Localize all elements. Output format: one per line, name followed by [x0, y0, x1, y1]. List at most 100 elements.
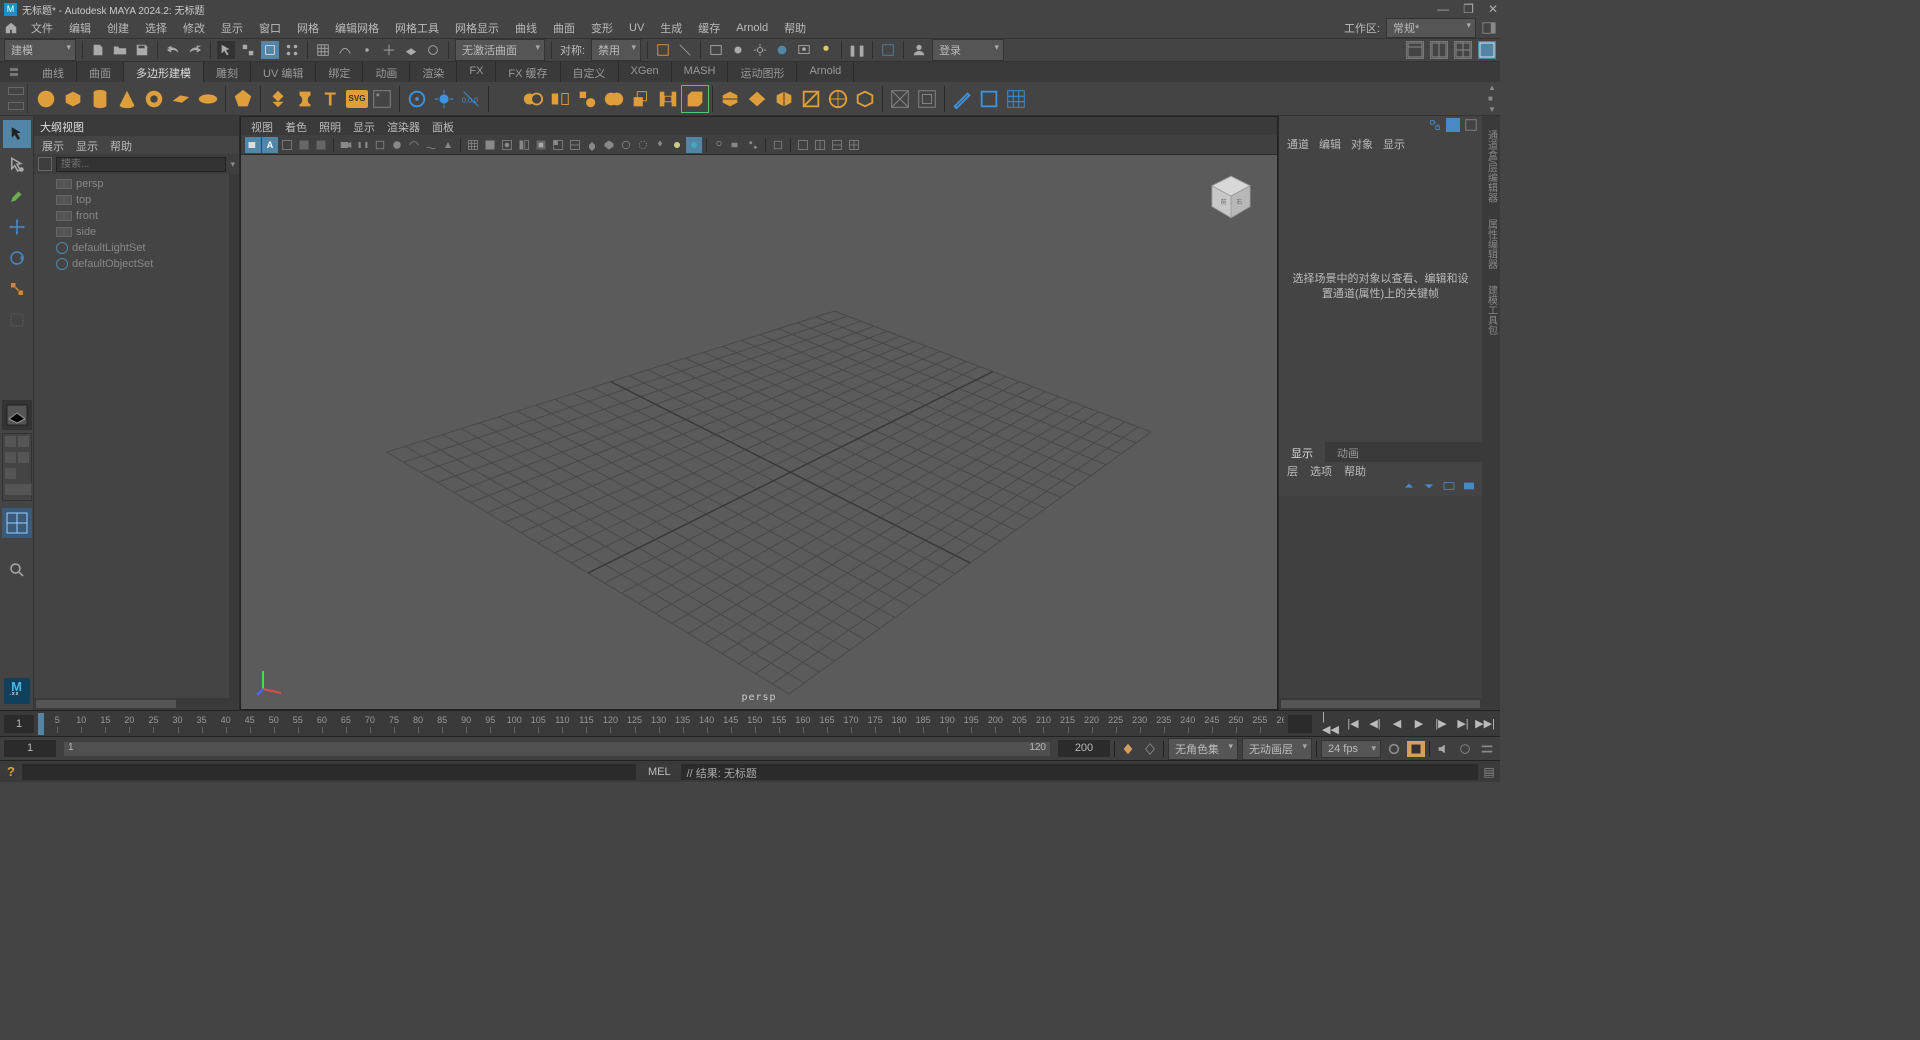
- step-back-key-icon[interactable]: |◀: [1344, 716, 1362, 732]
- bevel-icon[interactable]: [682, 86, 708, 112]
- move-tool[interactable]: [3, 213, 31, 241]
- bool-union-icon[interactable]: [601, 86, 627, 112]
- rotate-tool[interactable]: [3, 244, 31, 272]
- menu-item[interactable]: 缓存: [695, 19, 723, 37]
- vp-field-chart-icon[interactable]: [406, 137, 422, 153]
- vp-xray-comp-icon[interactable]: [652, 137, 668, 153]
- current-frame-field[interactable]: 1: [4, 715, 34, 733]
- vp-light-icon[interactable]: [711, 137, 727, 153]
- save-scene-icon[interactable]: [133, 41, 151, 59]
- right-vtab[interactable]: 属性编辑器: [1482, 211, 1501, 277]
- crease-icon[interactable]: [976, 86, 1002, 112]
- cb-tab-1-icon[interactable]: [1428, 118, 1442, 132]
- anim-start-field[interactable]: 1: [4, 740, 56, 757]
- snap-plane-icon[interactable]: [402, 41, 420, 59]
- select-hier-icon[interactable]: [239, 41, 257, 59]
- menu-item[interactable]: 网格: [294, 19, 322, 37]
- vp-panel-4-icon[interactable]: [846, 137, 862, 153]
- smooth-icon[interactable]: [574, 86, 600, 112]
- vp-joint-icon[interactable]: [745, 137, 761, 153]
- time-display-icon[interactable]: [1407, 741, 1425, 757]
- outliner-menu-item[interactable]: 显示: [76, 138, 98, 152]
- play-back-icon[interactable]: ◀: [1388, 716, 1406, 732]
- shelf-tab[interactable]: 动画: [363, 62, 410, 82]
- account-icon[interactable]: [910, 41, 928, 59]
- shelf-tab[interactable]: XGen: [619, 62, 672, 82]
- workspace-dropdown[interactable]: 常规*: [1386, 18, 1476, 38]
- step-back-icon[interactable]: ◀|: [1366, 716, 1384, 732]
- viewport-menu-item[interactable]: 照明: [319, 119, 341, 133]
- cmd-lang-label[interactable]: MEL: [638, 766, 681, 778]
- menu-item[interactable]: 变形: [588, 19, 616, 37]
- quad-draw-icon[interactable]: [825, 86, 851, 112]
- auto-key-icon[interactable]: [1141, 741, 1159, 757]
- light-editor-icon[interactable]: [817, 41, 835, 59]
- shelf-options-icon[interactable]: [4, 84, 28, 114]
- menu-item[interactable]: 选择: [142, 19, 170, 37]
- vp-use-lights-icon[interactable]: [516, 137, 532, 153]
- viewport-menu-item[interactable]: 渲染器: [387, 119, 420, 133]
- vp-2d-pan-icon[interactable]: [296, 137, 312, 153]
- layer-new-empty-icon[interactable]: [1442, 480, 1456, 492]
- vp-image-plane-icon[interactable]: [279, 137, 295, 153]
- cb-tab-3-icon[interactable]: [1464, 118, 1478, 132]
- script-editor-icon[interactable]: ▤: [1478, 765, 1500, 779]
- range-track[interactable]: 1 120: [64, 742, 1050, 756]
- wireframe-icon[interactable]: [887, 86, 913, 112]
- volume-icon[interactable]: [1434, 741, 1452, 757]
- outliner-menu-item[interactable]: 帮助: [110, 138, 132, 152]
- vp-gate-mask-icon[interactable]: [389, 137, 405, 153]
- vp-film-gate-icon[interactable]: [355, 137, 371, 153]
- vp-grid-icon[interactable]: [338, 137, 354, 153]
- soft-select-icon[interactable]: [404, 86, 430, 112]
- pivot-icon[interactable]: [431, 86, 457, 112]
- connect-icon[interactable]: [798, 86, 824, 112]
- hypershade-icon[interactable]: [773, 41, 791, 59]
- right-vtab[interactable]: 建模工具包: [1482, 277, 1501, 343]
- vp-renderer-icon[interactable]: [770, 137, 786, 153]
- layer-menu-item[interactable]: 选项: [1310, 463, 1332, 477]
- poly-type-icon[interactable]: T: [319, 86, 345, 112]
- select-tool[interactable]: [3, 120, 31, 148]
- xray-icon[interactable]: [914, 86, 940, 112]
- vp-gamma-icon[interactable]: [686, 137, 702, 153]
- undo-icon[interactable]: [164, 41, 182, 59]
- outliner-hscroll[interactable]: [34, 698, 239, 710]
- shelf-menu-icon[interactable]: [0, 62, 28, 82]
- outliner-item[interactable]: defaultObjectSet: [34, 256, 239, 272]
- menu-item[interactable]: 编辑网格: [332, 19, 382, 37]
- menu-item[interactable]: Arnold: [733, 21, 771, 35]
- shelf-tab[interactable]: FX: [457, 62, 496, 82]
- panel-layout-1-icon[interactable]: [1406, 41, 1424, 59]
- menu-item[interactable]: 网格工具: [392, 19, 442, 37]
- scale-tool[interactable]: [3, 275, 31, 303]
- command-input[interactable]: [22, 764, 636, 780]
- menu-item[interactable]: 显示: [218, 19, 246, 37]
- poly-import-icon[interactable]: [369, 86, 395, 112]
- vp-wire-icon[interactable]: [465, 137, 481, 153]
- shelf-tab[interactable]: 渲染: [410, 62, 457, 82]
- channel-menu-item[interactable]: 编辑: [1319, 136, 1341, 150]
- redo-icon[interactable]: [186, 41, 204, 59]
- outliner-filter-icon[interactable]: [38, 157, 52, 171]
- uv-editor-icon[interactable]: [1003, 86, 1029, 112]
- vp-safe-action-icon[interactable]: [423, 137, 439, 153]
- vp-motion-blur-icon[interactable]: [567, 137, 583, 153]
- xgen-toggle-icon[interactable]: [879, 41, 897, 59]
- layer-hscroll[interactable]: [1279, 698, 1482, 710]
- outliner-search-input[interactable]: [56, 157, 226, 172]
- live-surface-dropdown[interactable]: 无激活曲面: [455, 39, 545, 61]
- viewport-menu-item[interactable]: 显示: [353, 119, 375, 133]
- shelf-tab[interactable]: Arnold: [797, 62, 854, 82]
- vp-safe-title-icon[interactable]: [440, 137, 456, 153]
- insert-edge-icon[interactable]: [771, 86, 797, 112]
- multicut-icon[interactable]: [717, 86, 743, 112]
- single-persp-layout[interactable]: [2, 400, 32, 430]
- snap-curve-icon[interactable]: [336, 41, 354, 59]
- outliner-item[interactable]: side: [34, 224, 239, 240]
- four-view-layout[interactable]: [2, 508, 32, 538]
- layer-move-down-icon[interactable]: [1422, 480, 1436, 492]
- poly-pyramid-icon[interactable]: [265, 86, 291, 112]
- snap-proj-icon[interactable]: [380, 41, 398, 59]
- outliner-tree[interactable]: persptopfrontsidedefaultLightSetdefaultO…: [34, 174, 239, 698]
